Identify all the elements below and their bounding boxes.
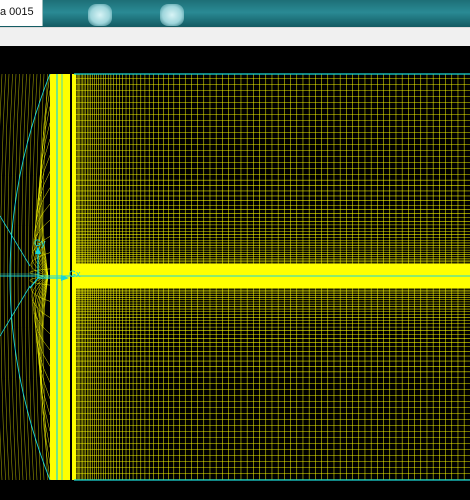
title-tab[interactable]: a 0015	[0, 0, 43, 26]
window-titlebar: a 0015	[0, 0, 470, 27]
mesh-viewport[interactable]: Gy Gx	[0, 46, 470, 500]
x-axis-label: Gx	[69, 269, 81, 279]
y-axis-label: Gy	[34, 238, 46, 248]
mesh-canvas: Gy Gx	[0, 73, 470, 481]
titlebar-glow	[160, 4, 184, 26]
window-title: a 0015	[0, 6, 34, 18]
titlebar-glow	[88, 4, 112, 26]
toolbar	[0, 27, 470, 47]
